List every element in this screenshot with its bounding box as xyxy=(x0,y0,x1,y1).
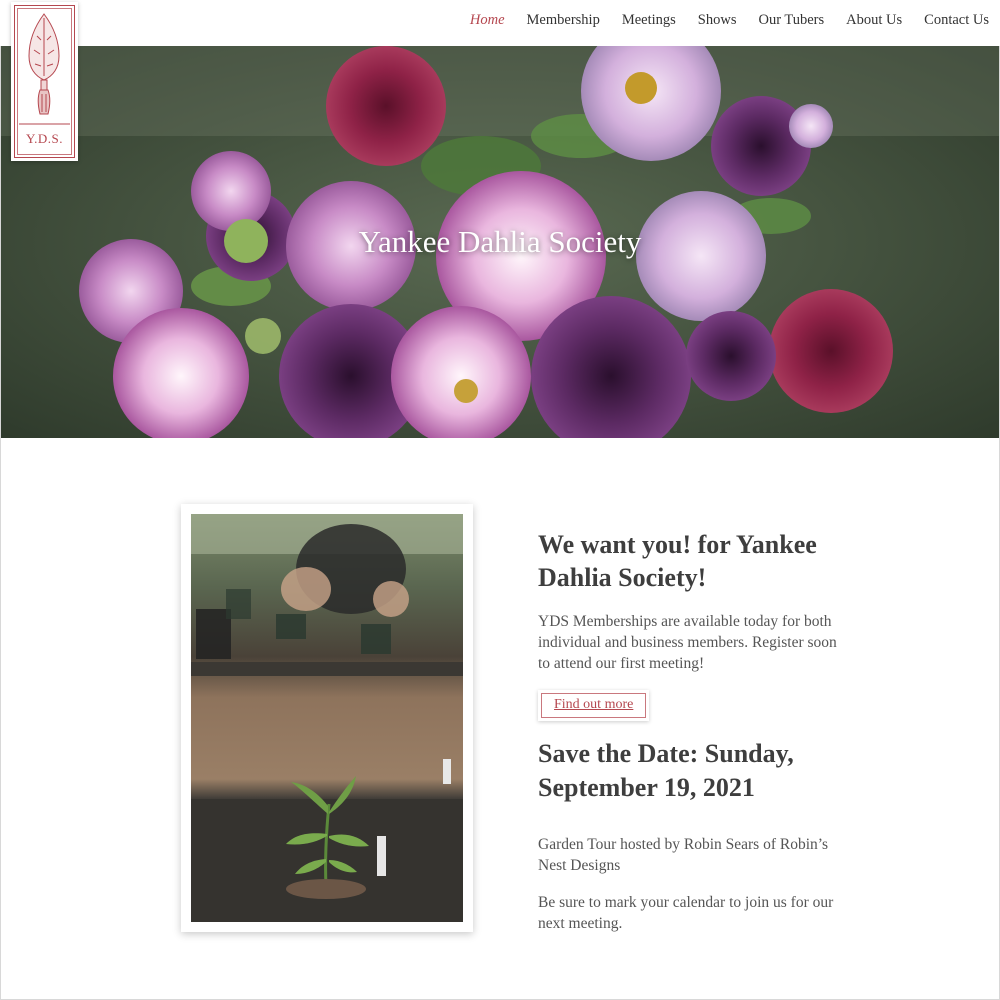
nav-home[interactable]: Home xyxy=(470,12,505,29)
nav-contact-us[interactable]: Contact Us xyxy=(924,12,989,29)
main-nav: Home Membership Meetings Shows Our Tuber… xyxy=(470,12,989,29)
nav-meetings[interactable]: Meetings xyxy=(622,12,676,29)
main-content: We want you! for Yankee Dahlia Society! … xyxy=(538,528,838,934)
hero-title: Yankee Dahlia Society xyxy=(358,224,642,259)
site-logo[interactable]: Y.D.S. xyxy=(11,2,78,161)
garden-tour-text: Garden Tour hosted by Robin Sears of Rob… xyxy=(538,836,829,874)
find-out-more-button[interactable]: Find out more xyxy=(541,693,647,718)
recruitment-headline: We want you! for Yankee Dahlia Society! xyxy=(538,528,838,594)
site-header: Home Membership Meetings Shows Our Tuber… xyxy=(0,0,1000,46)
seedling-photo-card xyxy=(181,504,473,932)
hero-banner: Yankee Dahlia Society xyxy=(1,46,999,438)
seedling-image xyxy=(191,514,463,922)
find-out-more-button-wrap: Find out more xyxy=(538,690,650,721)
nav-our-tubers[interactable]: Our Tubers xyxy=(758,12,824,29)
logo-text: Y.D.S. xyxy=(25,131,64,146)
membership-text: YDS Memberships are available today for … xyxy=(538,613,837,672)
headline-bold: We want you! xyxy=(538,530,692,559)
nav-membership[interactable]: Membership xyxy=(527,12,600,29)
nav-shows[interactable]: Shows xyxy=(698,12,737,29)
nav-about-us[interactable]: About Us xyxy=(846,12,902,29)
seedling-photo xyxy=(191,514,463,922)
calendar-reminder-text: Be sure to mark your calendar to join us… xyxy=(538,894,834,932)
save-the-date-headline: Save the Date: Sunday, September 19, 202… xyxy=(538,739,794,802)
logo-border: Y.D.S. xyxy=(14,5,75,158)
